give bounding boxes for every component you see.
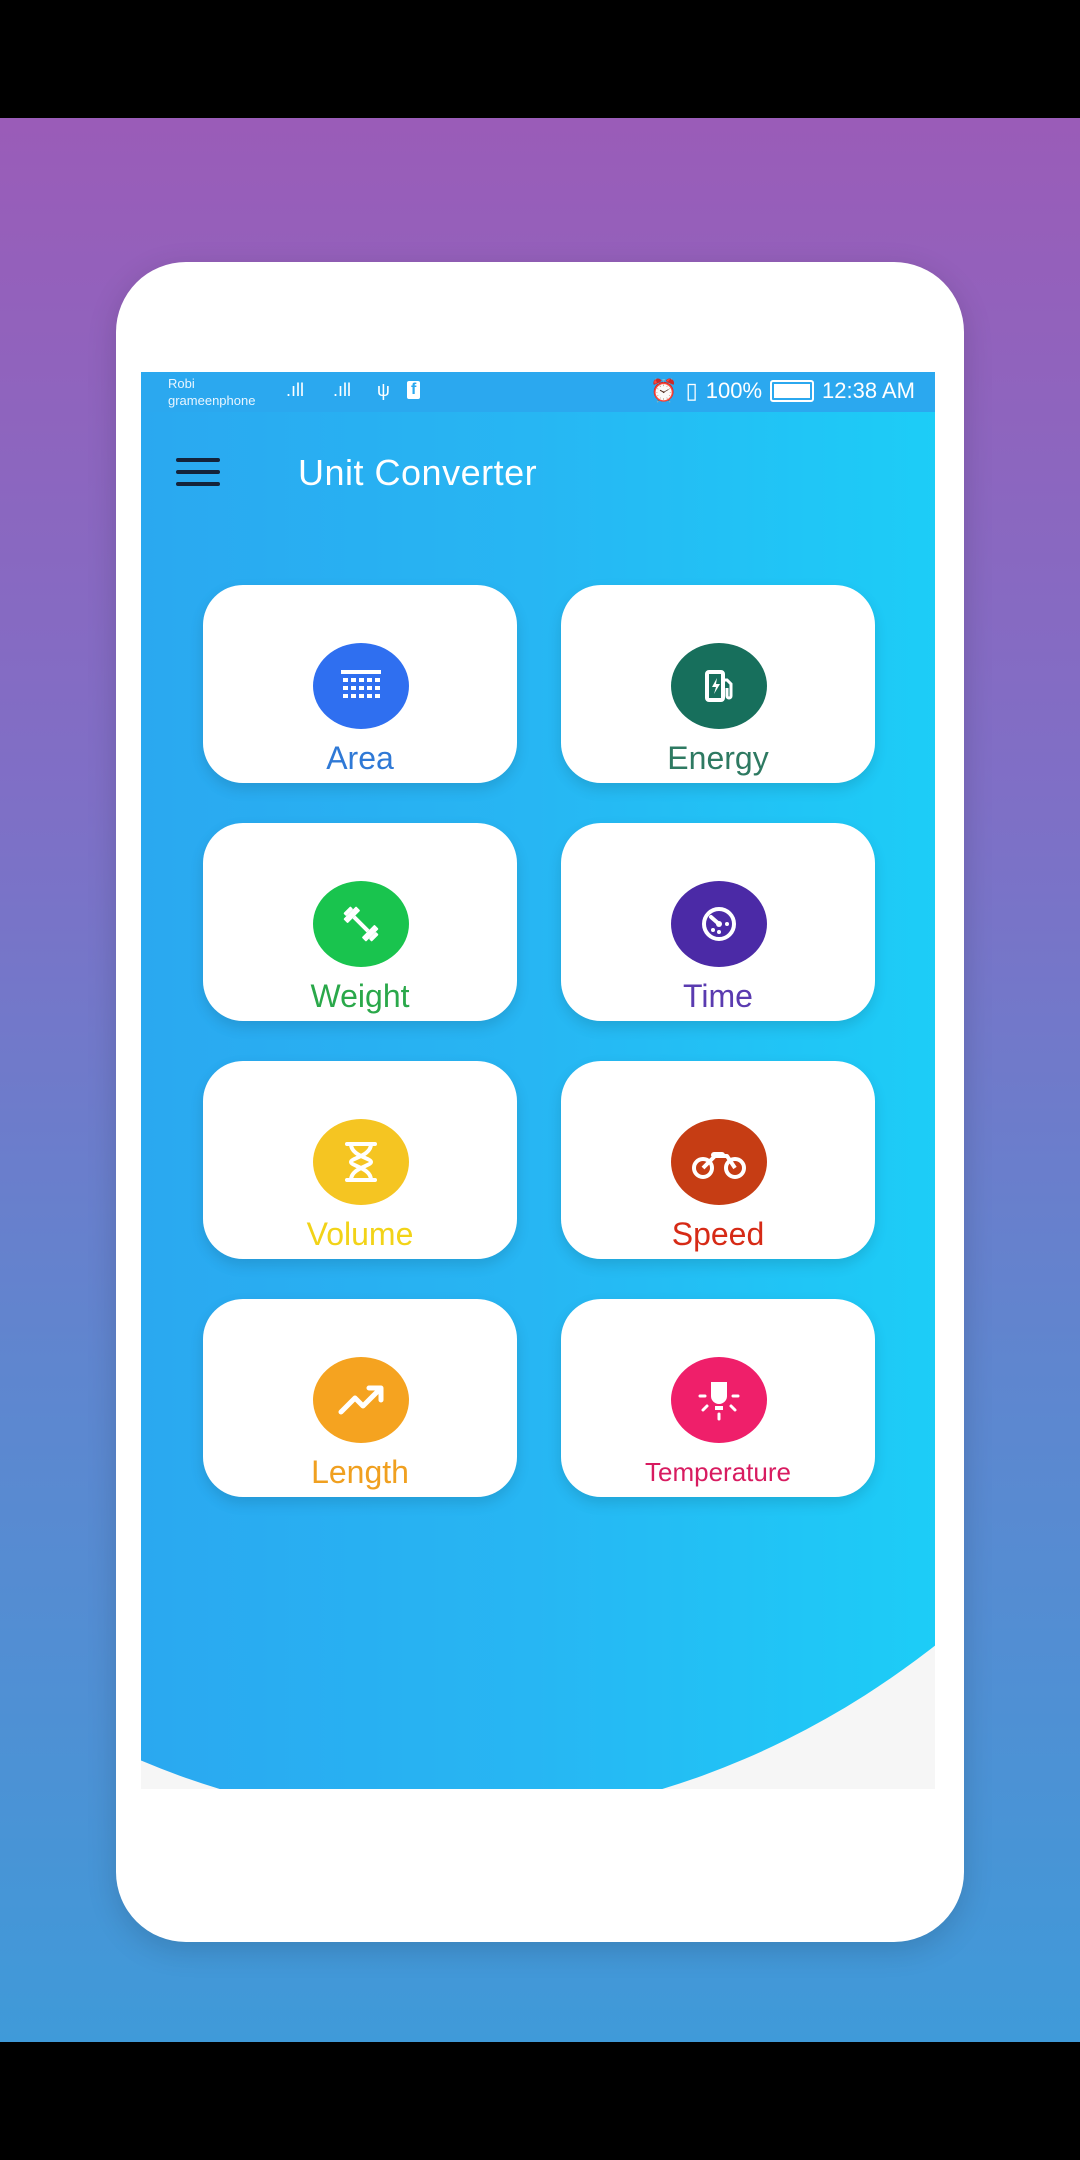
usb-icon: ψ [377,380,390,400]
status-right: ⏰ ▯ 100% 12:38 AM [650,378,915,404]
category-label-energy: Energy [667,740,769,776]
status-bar: Robi grameenphone .ıll .ıll ψ f ⏰ ▯ 100%… [141,372,935,412]
app-title: Unit Converter [298,452,538,493]
category-label-volume: Volume [306,1216,414,1252]
timer-icon [671,881,767,967]
hamburger-menu-icon[interactable] [176,458,220,486]
category-card-time[interactable]: Time [561,823,875,1021]
carrier-info: Robi grameenphone [168,375,255,409]
category-card-volume[interactable]: Volume [203,1061,517,1259]
fuel-station-icon [671,643,767,729]
carrier-name-2: grameenphone [168,393,256,408]
category-label-speed: Speed [671,1216,765,1252]
light-bulb-icon [671,1357,767,1443]
battery-icon [770,380,815,402]
app-screen: Robi grameenphone .ıll .ıll ψ f ⏰ ▯ 100%… [141,372,935,1789]
battery-percent: 100% [705,378,763,403]
signal-icon-1: .ıll [286,380,304,400]
category-card-weight[interactable]: Weight [203,823,517,1021]
category-card-length[interactable]: Length [203,1299,517,1497]
category-label-area: Area [326,740,394,776]
category-card-area[interactable]: Area [203,585,517,783]
category-label-time: Time [683,978,753,1014]
hourglass-icon [313,1119,409,1205]
category-card-energy[interactable]: Energy [561,585,875,783]
category-label-length: Length [311,1454,409,1490]
clock: 12:38 AM [822,378,915,403]
category-label-temperature: Temperature [645,1457,791,1487]
dumbbell-icon [313,881,409,967]
carrier-name-1: Robi [168,376,195,391]
facebook-icon: f [407,381,421,399]
category-card-temperature[interactable]: Temperature [561,1299,875,1497]
grid-calculator-icon [313,643,409,729]
alarm-icon: ⏰ [650,378,678,403]
category-label-weight: Weight [310,978,410,1014]
vibrate-icon: ▯ [685,378,698,403]
signal-icon-2: .ıll [333,380,351,400]
trending-up-icon [313,1357,409,1443]
app-bar: Unit Converter [141,412,935,522]
motorbike-icon [671,1119,767,1205]
category-card-speed[interactable]: Speed [561,1061,875,1259]
